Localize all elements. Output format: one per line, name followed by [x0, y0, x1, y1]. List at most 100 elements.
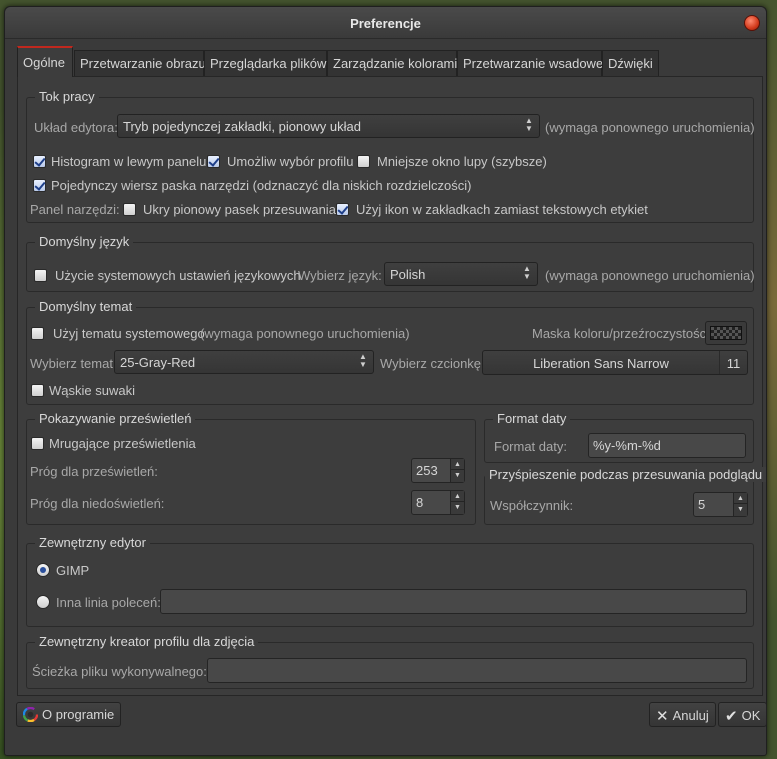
pan-factor-label: Współczynnik:: [490, 498, 574, 513]
tab-color-management[interactable]: Zarządzanie kolorami: [327, 50, 457, 76]
date-format-field-label: Format daty:: [494, 439, 567, 454]
pan-accel-frame: Przyśpieszenie podczas przesuwania podgl…: [484, 467, 767, 525]
spin-down-icon[interactable]: ▼: [451, 470, 464, 481]
single-toolbar-checkbox[interactable]: [33, 179, 46, 192]
highlight-threshold-label: Próg dla prześwietleń:: [30, 464, 158, 479]
spin-buttons[interactable]: ▲ ▼: [450, 459, 464, 482]
cancel-button-label: Anuluj: [672, 708, 709, 723]
profile-select-checkbox[interactable]: [207, 155, 220, 168]
combo-arrows-icon: ▲ ▼: [525, 116, 533, 133]
spin-down-icon[interactable]: ▼: [451, 502, 464, 513]
spin-up-icon[interactable]: ▲: [451, 491, 464, 502]
shadow-threshold-spin[interactable]: 8 ▲ ▼: [411, 490, 465, 515]
smaller-loupe-label: Mniejsze okno lupy (szybsze): [377, 154, 547, 169]
language-frame-label: Domyślny język: [35, 234, 134, 249]
language-frame: Domyślny język Użycie systemowych ustawi…: [26, 234, 755, 292]
narrow-sliders-label: Wąskie suwaki: [49, 383, 135, 398]
gimp-label: GIMP: [56, 563, 90, 578]
tab-image-processing[interactable]: Przetwarzanie obrazu: [74, 50, 206, 76]
general-tab-panel: Tok pracy Układ edytora: Tryb pojedyncze…: [17, 76, 767, 696]
date-format-frame-label: Format daty: [493, 411, 571, 426]
tab-batch-processing[interactable]: Przetwarzanie wsadowe: [457, 50, 603, 76]
editor-layout-restart-note: (wymaga ponownego uruchomienia): [545, 120, 755, 135]
preferences-dialog: Preferencje Ogólne Przetwarzanie obrazu …: [4, 6, 768, 756]
combo-arrows-icon: ▲ ▼: [359, 352, 367, 369]
gimp-radio[interactable]: [36, 563, 50, 577]
use-system-language-checkbox[interactable]: [34, 269, 47, 282]
tab-sounds[interactable]: Dźwięki: [602, 50, 659, 76]
theme-combo[interactable]: 25-Gray-Red ▲ ▼: [114, 350, 374, 374]
other-command-radio[interactable]: [36, 595, 50, 609]
editor-layout-combo[interactable]: Tryb pojedynczej zakładki, pionowy układ…: [117, 114, 540, 138]
other-command-label: Inna linia poleceń:: [56, 595, 161, 610]
clipping-frame: Pokazywanie prześwietleń Mrugające prześ…: [26, 411, 476, 525]
date-format-frame: Format daty Format daty: %y-%m-%d: [484, 411, 754, 463]
shadow-threshold-label: Próg dla niedoświetleń:: [30, 496, 165, 511]
language-restart-note: (wymaga ponownego uruchomienia): [545, 268, 755, 283]
theme-restart-note: (wymaga ponownego uruchomienia): [200, 326, 410, 341]
close-icon[interactable]: [744, 15, 760, 31]
workflow-frame: Tok pracy Układ edytora: Tryb pojedyncze…: [26, 89, 755, 223]
blink-clipping-label: Mrugające prześwietlenia: [49, 436, 196, 451]
use-system-language-label: Użycie systemowych ustawień językowych: [55, 268, 301, 283]
editor-layout-value: Tryb pojedynczej zakładki, pionowy układ: [123, 119, 361, 134]
title-bar[interactable]: Preferencje: [5, 7, 766, 39]
font-button[interactable]: Liberation Sans Narrow 11: [482, 350, 748, 375]
about-button[interactable]: O programie: [16, 702, 122, 727]
theme-frame: Domyślny temat Użyj tematu systemowego (…: [26, 299, 754, 405]
hide-vscroll-label: Ukry pionowy pasek przesuwania: [143, 202, 336, 217]
narrow-sliders-checkbox[interactable]: [31, 384, 44, 397]
other-command-input[interactable]: [160, 589, 747, 614]
spin-down-icon[interactable]: ▼: [734, 504, 747, 515]
single-toolbar-label: Pojedynczy wiersz paska narzędzi (odznac…: [51, 178, 472, 193]
pan-factor-value: 5: [698, 497, 706, 512]
blink-clipping-checkbox[interactable]: [31, 437, 44, 450]
use-icons-label: Użyj ikon w zakładkach zamiast tekstowyc…: [356, 202, 648, 217]
mask-color-button[interactable]: [705, 321, 747, 345]
theme-select-label: Wybierz temat:: [30, 356, 117, 371]
ok-button[interactable]: ✔ OK: [718, 702, 768, 727]
ok-button-label: OK: [741, 708, 761, 723]
window-title: Preferencje: [350, 16, 421, 31]
external-editor-frame: Zewnętrzny edytor GIMP Inna linia polece…: [26, 535, 754, 627]
histogram-left-checkbox[interactable]: [33, 155, 46, 168]
highlight-threshold-spin[interactable]: 253 ▲ ▼: [411, 458, 465, 483]
theme-value: 25-Gray-Red: [120, 355, 196, 370]
spin-up-icon[interactable]: ▲: [451, 459, 464, 470]
font-select-label: Wybierz czcionkę:: [380, 356, 485, 371]
font-name: Liberation Sans Narrow: [533, 356, 669, 371]
language-combo[interactable]: Polish ▲ ▼: [384, 262, 538, 286]
use-icons-checkbox[interactable]: [336, 203, 349, 216]
pan-factor-spin[interactable]: 5 ▲ ▼: [693, 492, 748, 517]
profile-creator-frame: Zewnętrzny kreator profilu dla zdjęcia Ś…: [26, 634, 754, 689]
toolpanel-label: Panel narzędzi:: [30, 202, 120, 217]
editor-layout-label: Układ edytora:: [34, 120, 118, 135]
profile-select-label: Umożliw wybór profilu: [227, 154, 354, 169]
tab-general[interactable]: Ogólne: [17, 46, 73, 77]
executable-path-input[interactable]: [207, 658, 747, 683]
cancel-button[interactable]: ✕ Anuluj: [649, 702, 716, 727]
mask-color-swatch: [710, 326, 742, 340]
histogram-left-label: Histogram w lewym panelu: [51, 154, 207, 169]
date-format-input[interactable]: %y-%m-%d: [588, 433, 746, 458]
mask-color-label: Maska koloru/przeźroczystości:: [532, 326, 713, 341]
check-icon: ✔: [725, 708, 738, 725]
combo-arrows-icon: ▲ ▼: [523, 264, 531, 281]
executable-path-label: Ścieżka pliku wykonywalnego:: [32, 664, 207, 679]
shadow-threshold-value: 8: [416, 495, 424, 510]
tab-file-browser[interactable]: Przeglądarka plików: [204, 50, 327, 76]
clipping-frame-label: Pokazywanie prześwietleń: [35, 411, 196, 426]
theme-frame-label: Domyślny temat: [35, 299, 137, 314]
spin-buttons[interactable]: ▲ ▼: [733, 493, 747, 516]
spin-up-icon[interactable]: ▲: [734, 493, 747, 504]
about-button-label: O programie: [42, 707, 115, 722]
spin-buttons[interactable]: ▲ ▼: [450, 491, 464, 514]
profile-creator-frame-label: Zewnętrzny kreator profilu dla zdjęcia: [35, 634, 259, 649]
use-system-theme-label: Użyj tematu systemowego: [53, 326, 205, 341]
hide-vscroll-checkbox[interactable]: [123, 203, 136, 216]
use-system-theme-checkbox[interactable]: [31, 327, 44, 340]
font-size: 11: [719, 351, 747, 374]
smaller-loupe-checkbox[interactable]: [357, 155, 370, 168]
app-logo-icon: [22, 706, 39, 725]
language-value: Polish: [390, 267, 426, 282]
